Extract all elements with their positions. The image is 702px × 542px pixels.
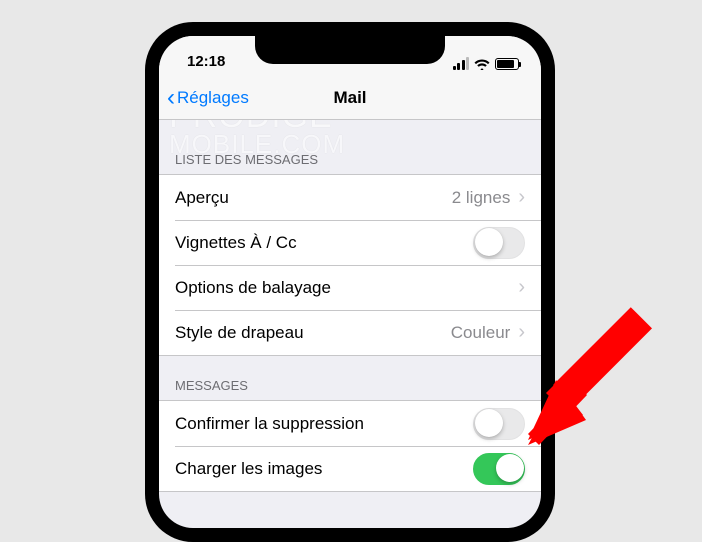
cellular-signal-icon [453,57,470,70]
row-charger[interactable]: Charger les images [159,446,541,491]
toggle-vignettes[interactable] [473,227,525,259]
notch [255,36,445,64]
navigation-bar: ‹ Réglages Mail [159,76,541,120]
section-header-messages: MESSAGES [159,356,541,400]
row-detail: Couleur [451,323,511,343]
row-vignettes[interactable]: Vignettes À / Cc [159,220,541,265]
row-confirmer[interactable]: Confirmer la suppression [159,401,541,446]
row-drapeau[interactable]: Style de drapeau Couleur › [159,310,541,355]
battery-icon [495,58,519,70]
toggle-confirmer[interactable] [473,408,525,440]
row-label: Aperçu [175,188,452,208]
toggle-charger[interactable] [473,453,525,485]
row-label: Style de drapeau [175,323,451,343]
group-messages-list: Aperçu 2 lignes › Vignettes À / Cc Optio… [159,174,541,356]
row-balayage[interactable]: Options de balayage › [159,265,541,310]
group-messages: Confirmer la suppression Charger les ima… [159,400,541,492]
row-label: Charger les images [175,459,473,479]
screen: 12:18 ‹ Réglages Mail PRODIGE MOBILE.COM [159,36,541,528]
row-label: Options de balayage [175,278,518,298]
watermark-line2: MOBILE.COM [169,132,345,157]
back-button[interactable]: ‹ Réglages [167,86,249,110]
row-detail: 2 lignes [452,188,511,208]
back-label: Réglages [177,88,249,108]
row-label: Vignettes À / Cc [175,233,473,253]
row-label: Confirmer la suppression [175,414,473,434]
status-indicators [453,57,520,72]
status-time: 12:18 [187,53,225,72]
chevron-left-icon: ‹ [167,86,175,110]
chevron-right-icon: › [518,321,525,344]
chevron-right-icon: › [518,186,525,209]
wifi-icon [474,58,490,70]
row-apercu[interactable]: Aperçu 2 lignes › [159,175,541,220]
chevron-right-icon: › [518,276,525,299]
phone-frame: 12:18 ‹ Réglages Mail PRODIGE MOBILE.COM [145,22,555,542]
